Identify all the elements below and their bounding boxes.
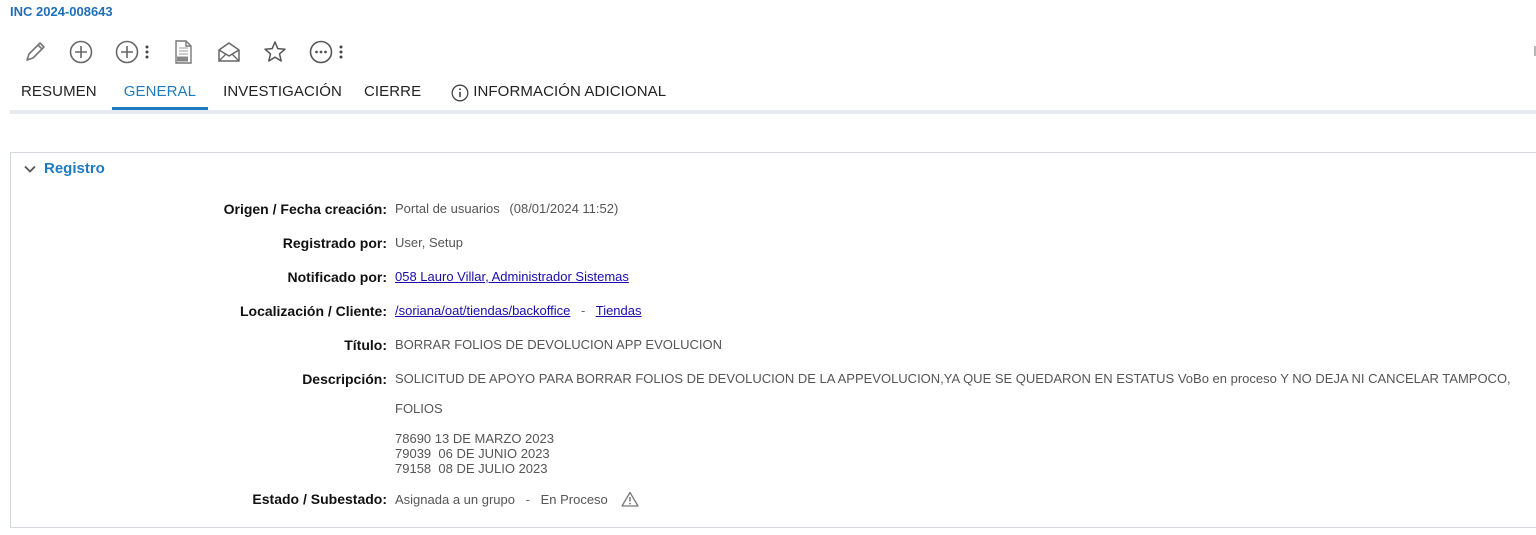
- descripcion-value: SOLICITUD DE APOYO PARA BORRAR FOLIOS DE…: [395, 371, 1511, 476]
- field-label: Registrado por:: [282, 235, 387, 251]
- more-actions-button[interactable]: [308, 39, 344, 65]
- field-label: Título:: [344, 337, 387, 353]
- tab-general[interactable]: GENERAL: [111, 78, 209, 110]
- tab-resumen[interactable]: RESUMEN: [10, 78, 108, 110]
- tab-label: RESUMEN: [21, 83, 97, 100]
- tab-label: INFORMACIÓN ADICIONAL: [473, 83, 667, 100]
- registro-panel: Registro Origen / Fecha creación: Portal…: [10, 152, 1536, 528]
- descripcion-line: FOLIOS: [395, 401, 443, 416]
- add-button[interactable]: [68, 39, 94, 65]
- field-label: Notificado por:: [287, 269, 387, 285]
- tab-label: GENERAL: [123, 83, 197, 100]
- pencil-icon: [26, 42, 45, 61]
- email-button[interactable]: [216, 39, 242, 65]
- star-icon: [264, 41, 286, 62]
- folio-item: 78690 13 DE MARZO 2023: [395, 431, 554, 446]
- registrado-value: User, Setup: [395, 235, 463, 250]
- info-icon: [451, 84, 469, 102]
- field-label: Estado / Subestado:: [252, 491, 387, 507]
- creation-date: (08/01/2024 11:52): [509, 201, 619, 216]
- incident-id: INC 2024-008643: [10, 4, 113, 19]
- more-vertical-icon: [145, 45, 149, 59]
- toolbar: [22, 36, 364, 68]
- plus-circle-icon: [115, 40, 139, 64]
- edit-button[interactable]: [22, 39, 48, 65]
- subestado-value: En Proceso: [540, 492, 608, 507]
- titulo-value: BORRAR FOLIOS DE DEVOLUCION APP EVOLUCIO…: [395, 337, 723, 352]
- tab-cierre[interactable]: CIERRE: [353, 78, 432, 110]
- favorite-button[interactable]: [262, 39, 288, 65]
- field-label: Origen / Fecha creación:: [223, 201, 387, 217]
- notificado-link[interactable]: 058 Lauro Villar, Administrador Sistemas: [395, 269, 629, 284]
- panel-title: Registro: [44, 160, 105, 177]
- separator: -: [525, 492, 530, 507]
- add-menu-button[interactable]: [114, 39, 150, 65]
- tab-label: CIERRE: [363, 83, 422, 100]
- field-label: Localización / Cliente:: [239, 303, 387, 319]
- pdf-button[interactable]: [170, 39, 196, 65]
- tab-divider: [10, 110, 1536, 114]
- estado-value: Asignada a un grupo: [395, 492, 515, 507]
- field-label: Descripción:: [302, 371, 387, 387]
- more-vertical-icon: [339, 45, 343, 59]
- tab-label: INVESTIGACIÓN: [223, 83, 342, 100]
- descripcion-line: SOLICITUD DE APOYO PARA BORRAR FOLIOS DE…: [395, 371, 1511, 386]
- origen-value: Portal de usuarios: [395, 201, 500, 216]
- more-horizontal-icon: [309, 40, 333, 64]
- warning-icon[interactable]: [621, 491, 640, 507]
- plus-circle-icon: [69, 40, 93, 64]
- tab-bar: RESUMEN GENERAL INVESTIGACIÓN CIERRE INF…: [10, 78, 1536, 110]
- tab-informacion-adicional[interactable]: INFORMACIÓN ADICIONAL: [440, 78, 677, 110]
- field-value: Portal de usuarios (08/01/2024 11:52): [395, 201, 618, 216]
- folio-item: 79039 06 DE JUNIO 2023: [395, 446, 550, 461]
- pdf-icon: [175, 40, 192, 64]
- chevron-down-icon: [23, 162, 37, 176]
- folios-list: 78690 13 DE MARZO 2023 79039 06 DE JUNIO…: [395, 431, 1511, 476]
- separator: -: [581, 303, 586, 318]
- registro-toggle[interactable]: Registro: [23, 160, 105, 177]
- tab-investigacion[interactable]: INVESTIGACIÓN: [212, 78, 353, 110]
- localizacion-link[interactable]: /soriana/oat/tiendas/backoffice: [395, 303, 570, 318]
- cliente-link[interactable]: Tiendas: [596, 303, 642, 318]
- envelope-open-icon: [218, 42, 240, 62]
- folio-item: 79158 08 DE JULIO 2023: [395, 461, 548, 476]
